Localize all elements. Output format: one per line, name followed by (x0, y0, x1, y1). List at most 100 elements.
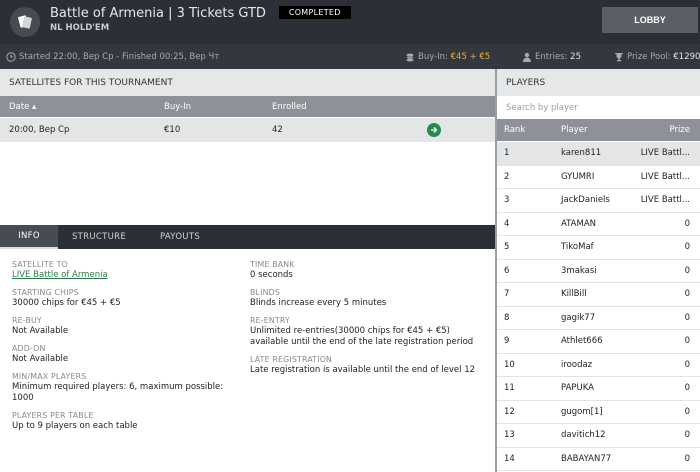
player-row[interactable]: 9 Athlet666 0 (497, 330, 700, 354)
player-row[interactable]: 8 gagik77 0 (497, 306, 700, 330)
entries-value: 25 (570, 52, 581, 62)
player-name: karen811 (561, 148, 602, 159)
player-prize: 0 (684, 406, 690, 417)
player-rank: 13 (504, 430, 515, 441)
player-name: iroodaz (561, 359, 593, 370)
coins-icon (406, 53, 414, 62)
buyin-value: €45 + €5 (450, 52, 491, 62)
player-prize: 0 (684, 430, 690, 441)
col-prize: Prize (669, 125, 690, 135)
player-row[interactable]: 7 KillBill 0 (497, 283, 700, 307)
player-row[interactable]: 10 iroodaz 0 (497, 353, 700, 377)
satellite-row[interactable]: 20:00, Вер Ср €10 42 (0, 118, 495, 142)
prize-pool-info: Prize Pool: €1290 (614, 52, 700, 62)
player-rank: 6 (504, 265, 510, 276)
satellite-to-link[interactable]: LIVE Battle of Armenia (12, 270, 244, 281)
player-prize: LIVE Battl... (640, 148, 690, 159)
reentry-label: RE-ENTRY (250, 316, 290, 325)
player-rank: 8 (504, 312, 510, 323)
player-row[interactable]: 2 GYUMRI LIVE Battl... (497, 165, 700, 189)
player-row[interactable]: 1 karen811 LIVE Battl... (497, 142, 700, 166)
player-rank: 12 (504, 406, 515, 417)
satellite-date: 20:00, Вер Ср (9, 125, 70, 135)
time-text: Started 22:00, Вер Ср - Finished 00:25, … (19, 52, 220, 62)
player-prize: 0 (684, 336, 690, 347)
info-right-column: TIME BANK 0 seconds BLINDS Blinds increa… (250, 250, 490, 376)
player-name: Athlet666 (561, 336, 603, 347)
player-name: gagik77 (561, 312, 596, 323)
rebuy-label: RE-BUY (12, 316, 42, 325)
starting-chips-label: STARTING CHIPS (12, 288, 79, 297)
player-row[interactable]: 4 ATAMAN 0 (497, 212, 700, 236)
arrow-right-icon[interactable] (427, 123, 441, 137)
tournament-title: Battle of Armenia | 3 Tickets GTD (50, 6, 266, 21)
player-name: GYUMRI (561, 171, 595, 182)
blinds-label: BLINDS (250, 288, 280, 297)
player-rank: 9 (504, 336, 510, 347)
player-prize: 0 (684, 265, 690, 276)
player-prize: LIVE Battl... (640, 171, 690, 182)
blinds-value: Blinds increase every 5 minutes (250, 298, 387, 308)
player-rank: 3 (504, 195, 510, 206)
player-row[interactable]: 3 JackDaniels LIVE Battl... (497, 189, 700, 213)
player-name: PAPUKA (561, 383, 594, 394)
player-row[interactable]: 12 gugom[1] 0 (497, 400, 700, 424)
time-bank-value: 0 seconds (250, 270, 293, 280)
players-table-header: Rank Player Prize (497, 119, 700, 141)
tab-structure[interactable]: STRUCTURE (62, 225, 136, 249)
player-name: TikoMaf (561, 242, 594, 253)
col-buyin[interactable]: Buy-In (164, 96, 191, 117)
satellite-buyin: €10 (164, 125, 181, 135)
minmax-label: MIN/MAX PLAYERS (12, 372, 87, 381)
player-rank: 14 (504, 453, 515, 464)
rebuy-value: Not Available (12, 326, 69, 336)
buyin-label: Buy-In: (418, 52, 448, 62)
player-rank: 7 (504, 289, 510, 300)
player-prize: 0 (684, 218, 690, 229)
player-name: JackDaniels (561, 195, 610, 206)
player-prize: LIVE Battl... (640, 195, 690, 206)
col-date[interactable]: Date ▴ (9, 96, 36, 117)
player-name: davitich12 (561, 430, 606, 441)
player-rank: 1 (504, 148, 510, 159)
entries-label: Entries: (535, 52, 568, 62)
tab-info[interactable]: INFO (0, 225, 58, 249)
player-rank: 10 (504, 359, 515, 370)
addon-value: Not Available (12, 354, 69, 364)
status-badge: COMPLETED (278, 6, 351, 19)
col-player: Player (561, 125, 588, 135)
info-left-column: SATELLITE TO LIVE Battle of Armenia STAR… (12, 250, 244, 432)
satellite-to-label: SATELLITE TO (12, 260, 68, 269)
prize-label: Prize Pool: (627, 52, 671, 62)
player-prize: 0 (684, 383, 690, 394)
player-name: 3makasi (561, 265, 597, 276)
player-name: ATAMAN (561, 218, 597, 229)
game-type: NL HOLD'EM (50, 23, 110, 33)
info-tabs: INFO STRUCTURE PAYOUTS (0, 225, 496, 249)
reentry-value: Unlimited re-entries(30000 chips for €45… (250, 326, 474, 347)
player-rank: 11 (504, 383, 515, 394)
clock-icon (6, 52, 16, 62)
tab-payouts[interactable]: PAYOUTS (145, 225, 215, 249)
player-prize: 0 (684, 312, 690, 323)
time-info: Started 22:00, Вер Ср - Finished 00:25, … (6, 52, 219, 62)
tournament-header: Battle of Armenia | 3 Tickets GTD COMPLE… (0, 0, 700, 44)
player-search-input[interactable] (497, 96, 700, 119)
col-enrolled[interactable]: Enrolled (272, 96, 307, 117)
trophy-icon (615, 53, 623, 62)
prize-value: €1290 (673, 52, 700, 62)
player-row[interactable]: 11 PAPUKA 0 (497, 377, 700, 401)
time-bank-label: TIME BANK (250, 260, 295, 269)
player-row[interactable]: 6 3makasi 0 (497, 259, 700, 283)
lobby-button[interactable]: LOBBY (602, 7, 698, 33)
player-row[interactable]: 14 BABAYAN77 0 (497, 447, 700, 471)
satellites-heading: SATELLITES FOR THIS TOURNAMENT (0, 69, 495, 96)
players-heading: PLAYERS (497, 69, 700, 96)
player-row[interactable]: 5 TikoMaf 0 (497, 236, 700, 260)
satellites-table-header: Date ▴ Buy-In Enrolled (0, 96, 495, 117)
player-row[interactable]: 13 davitich12 0 (497, 424, 700, 448)
user-icon (523, 52, 531, 62)
player-rank: 4 (504, 218, 510, 229)
player-rank: 2 (504, 171, 510, 182)
satellite-enrolled: 42 (272, 125, 283, 135)
